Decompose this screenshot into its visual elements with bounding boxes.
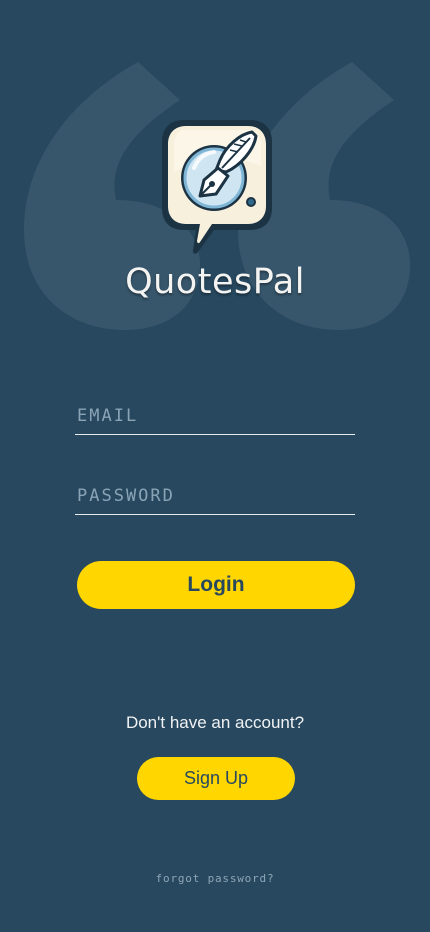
quill-speech-bubble-icon: [162, 120, 272, 254]
email-field-container: [75, 398, 355, 435]
forgot-password-link[interactable]: forgot password?: [0, 872, 430, 885]
signup-button[interactable]: Sign Up: [137, 757, 295, 800]
password-field-container: [75, 478, 355, 515]
signup-prompt-text: Don't have an account?: [125, 713, 305, 732]
app-logo: [160, 116, 276, 258]
app-title: QuotesPal: [125, 262, 305, 302]
password-field[interactable]: [75, 478, 355, 514]
email-field[interactable]: [75, 398, 355, 434]
login-button[interactable]: Login: [77, 561, 355, 609]
